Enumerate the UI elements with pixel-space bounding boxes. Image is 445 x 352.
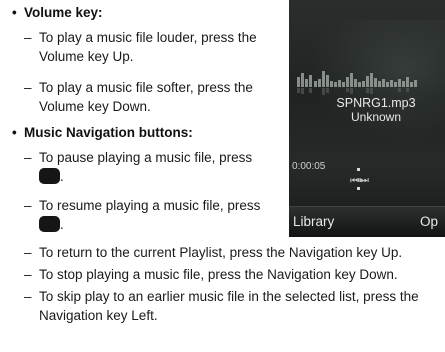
softkey-bar: Library Op [289, 206, 445, 237]
list-item: – To return to the current Playlist, pre… [24, 245, 403, 260]
list-item: – To resume playing a music file, press … [24, 198, 261, 233]
phone-screenshot: SPNRG1.mp3 Unknown 0:00:05 ⏮⏸⏭ Library O… [289, 0, 445, 237]
navigation-key-icon [39, 168, 60, 185]
manual-page: • Volume key: – To play a music file loud… [0, 0, 445, 352]
section-heading-volume-key: • Volume key: [12, 5, 103, 20]
list-item: – To stop playing a music file, press th… [24, 267, 398, 282]
nav-down-dot [357, 187, 360, 190]
bullet-dot: • [12, 125, 17, 140]
section-title: Volume key [24, 5, 99, 20]
playback-controls-icon: ⏮⏸⏭ [350, 175, 369, 185]
section-heading-music-navigation: • Music Navigation buttons: [12, 125, 193, 140]
library-softkey[interactable]: Library [293, 215, 334, 229]
navigation-key-icon [39, 216, 60, 233]
section-title: Music Navigation buttons [24, 125, 189, 140]
elapsed-time: 0:00:05 [292, 161, 326, 172]
list-item: – To play a music file softer, press the… [24, 80, 253, 115]
track-artist: Unknown [350, 110, 402, 124]
options-softkey[interactable]: Op [420, 215, 438, 229]
track-filename: SPNRG1.mp3 [336, 96, 416, 110]
nav-up-dot [357, 168, 360, 171]
list-item: – To play a music file louder, press the… [24, 30, 257, 65]
bullet-dot: • [12, 5, 17, 20]
list-item: – To skip play to an earlier music file … [24, 289, 419, 324]
equalizer-icon [297, 71, 417, 95]
list-item: – To pause playing a music file, press . [24, 150, 253, 185]
